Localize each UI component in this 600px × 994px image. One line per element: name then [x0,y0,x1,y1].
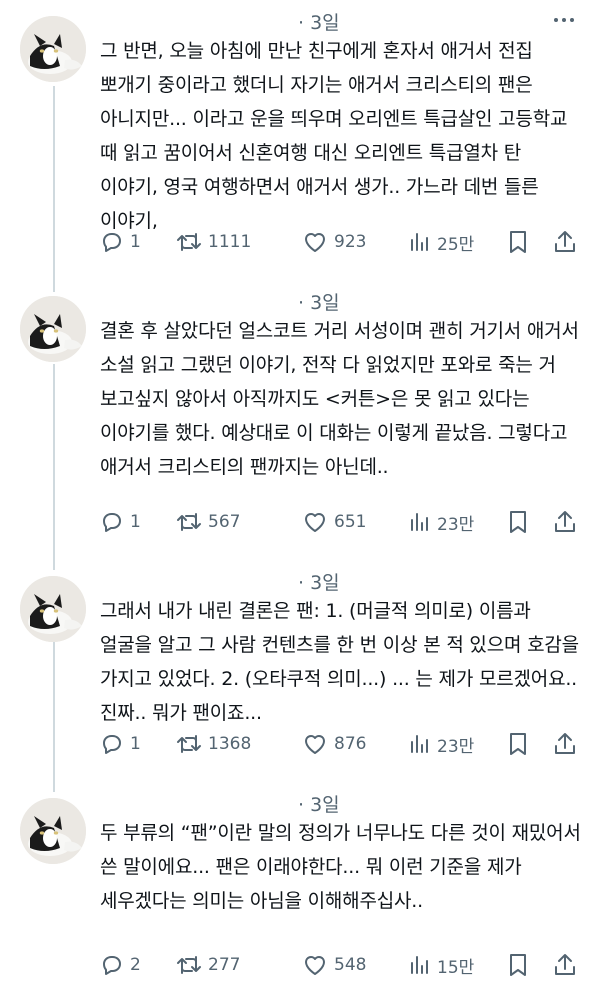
post-text: 그 반면, 오늘 아침에 만난 친구에게 혼자서 애거서 전집 뽀개기 중이라고… [100,40,568,232]
post[interactable]: · 3일 결혼 후 살았다던 얼스코트 거리 서성이며 괜히 거기서 애거서 소… [0,292,600,552]
views-button[interactable]: 25만 [409,227,474,257]
bookmark-button[interactable] [507,950,529,980]
view-count: 15만 [437,957,475,978]
view-count: 23만 [437,514,475,535]
repost-count: 1368 [208,734,252,754]
post[interactable]: · 3일 그 반면, 오늘 아침에 만난 친구에게 혼자서 애거서 전집 뽀개기… [0,12,600,272]
repost-icon [177,513,201,531]
avatar[interactable] [20,296,86,362]
repost-button[interactable]: 567 [176,507,240,537]
views-icon [411,513,428,531]
views-icon [411,956,428,974]
post[interactable]: · 3일 두 부류의 “팬”이란 말의 정의가 너무나도 다른 것이 재밌어서 … [0,794,600,984]
views-button[interactable]: 23만 [409,507,474,537]
post-timestamp[interactable]: · 3일 [298,292,340,314]
reply-button[interactable]: 1 [100,729,141,759]
like-count: 651 [334,512,367,532]
repost-count: 1111 [208,232,252,252]
repost-icon [177,735,201,753]
avatar[interactable] [20,16,86,82]
post-actions: 1 567 651 23만 [100,507,582,537]
post-actions: 1 1111 923 25만 [100,227,582,257]
like-button[interactable]: 651 [302,507,366,537]
avatar[interactable] [20,576,86,642]
share-icon [555,954,575,975]
post-actions: 1 1368 876 23만 [100,729,582,759]
like-button[interactable]: 548 [302,950,366,980]
post[interactable]: · 3일 그래서 내가 내린 결론은 팬: 1. (머글적 의미로) 이름과 얼… [0,572,600,762]
repost-count: 567 [208,512,241,532]
repost-icon [177,233,201,251]
post-text: 그래서 내가 내린 결론은 팬: 1. (머글적 의미로) 이름과 얼굴을 알고… [100,600,579,724]
reply-icon [103,233,121,252]
repost-button[interactable]: 1111 [176,227,251,257]
bookmark-icon [510,954,526,976]
heart-icon [305,735,325,754]
reply-button[interactable]: 1 [100,227,141,257]
bookmark-button[interactable] [507,507,529,537]
cat-avatar [20,576,86,642]
post-timestamp[interactable]: · 3일 [298,794,340,816]
post-timestamp[interactable]: · 3일 [298,572,340,594]
views-icon [411,735,428,753]
reply-icon [103,956,121,975]
share-button[interactable] [553,729,577,759]
view-count: 23만 [437,736,475,757]
bookmark-button[interactable] [507,729,529,759]
reply-count: 2 [130,955,141,975]
like-button[interactable]: 923 [302,227,366,257]
bookmark-icon [510,733,526,755]
share-button[interactable] [553,227,577,257]
reply-count: 1 [130,512,141,532]
heart-icon [305,513,325,532]
views-button[interactable]: 15만 [409,950,474,980]
thread-feed: · 3일 그 반면, 오늘 아침에 만난 친구에게 혼자서 애거서 전집 뽀개기… [0,0,600,994]
reply-button[interactable]: 2 [100,950,141,980]
heart-icon [305,956,325,975]
cat-avatar [20,296,86,362]
view-count: 25만 [437,234,475,255]
share-button[interactable] [553,507,577,537]
like-button[interactable]: 876 [302,729,366,759]
post-timestamp[interactable]: · 3일 [298,12,340,34]
repost-button[interactable]: 1368 [176,729,251,759]
heart-icon [305,233,325,252]
like-count: 923 [334,232,367,252]
bookmark-button[interactable] [507,227,529,257]
reply-button[interactable]: 1 [100,507,141,537]
repost-count: 277 [208,955,241,975]
post-text: 두 부류의 “팬”이란 말의 정의가 너무나도 다른 것이 재밌어서 쓴 말이에… [100,822,581,912]
cat-avatar [20,16,86,82]
post-text: 결혼 후 살았다던 얼스코트 거리 서성이며 괜히 거기서 애거서 소설 읽고 … [100,320,579,478]
more-icon[interactable] [554,18,580,30]
repost-icon [177,956,201,974]
reply-icon [103,735,121,754]
share-icon [555,231,575,252]
share-icon [555,511,575,532]
share-icon [555,733,575,754]
reply-icon [103,513,121,532]
bookmark-icon [510,231,526,253]
repost-button[interactable]: 277 [176,950,240,980]
post-actions: 2 277 548 15만 [100,950,582,980]
bookmark-icon [510,511,526,533]
reply-count: 1 [130,232,141,252]
avatar[interactable] [20,798,86,864]
views-icon [411,233,428,251]
like-count: 548 [334,955,367,975]
reply-count: 1 [130,734,141,754]
like-count: 876 [334,734,367,754]
cat-avatar [20,798,86,864]
views-button[interactable]: 23만 [409,729,474,759]
share-button[interactable] [553,950,577,980]
